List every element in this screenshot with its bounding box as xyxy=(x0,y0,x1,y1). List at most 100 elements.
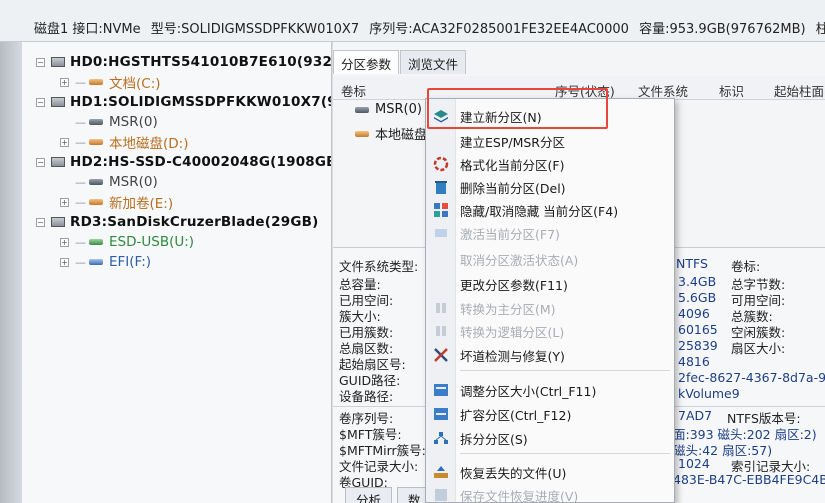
tree-partition-label: MSR(0) xyxy=(109,114,158,130)
menu-item-to-logical[interactable]: 转换为逻辑分区(L) xyxy=(426,320,676,342)
menu-item-bad-sector[interactable]: 坏道检测与修复(Y) xyxy=(426,344,676,366)
partition-icon xyxy=(89,119,103,125)
expand-icon[interactable]: + xyxy=(60,197,69,207)
disk-capacity: 容量:953.9GB(976762MB) xyxy=(639,22,806,37)
menu-item-activate[interactable]: 激活当前分区(F7) xyxy=(426,222,676,244)
detail-value: 4096 xyxy=(678,306,710,321)
detail-label: 扇区大小: xyxy=(731,341,786,356)
partition-row[interactable]: 本地磁盘 xyxy=(355,124,427,143)
expand-icon[interactable]: + xyxy=(60,77,69,87)
tree-disk-label: HD1:SOLIDIGMSSDPFKKW010X7(9 xyxy=(70,94,332,110)
tree-disk-hd2[interactable]: − HD2:HS-SSD-C40002048G(1908GB) xyxy=(36,152,332,172)
convert-icon xyxy=(426,324,456,338)
disk-interface: 磁盘1 接口:NVMe xyxy=(34,22,141,37)
detail-value: 3.4GB xyxy=(678,274,717,289)
fs-type-value: NTFS xyxy=(676,256,708,271)
menu-item-expand[interactable]: 扩容分区(Ctrl_F12) xyxy=(426,403,676,425)
partition-icon xyxy=(355,106,369,113)
tree-partition-e[interactable]: + — 新加卷(E:) xyxy=(60,192,173,212)
usb-disk-icon xyxy=(51,217,65,227)
partition-icon xyxy=(89,139,103,145)
partition-row[interactable]: MSR(0) xyxy=(355,102,422,117)
tab-bar: 分区参数 浏览文件 xyxy=(333,50,467,74)
disk-tree[interactable]: − HD0:HGSTHTS541010B7E610(932G + — 文档(C:… xyxy=(22,42,332,503)
tab-browse-files[interactable]: 浏览文件 xyxy=(400,50,467,74)
tree-partition-c[interactable]: + — 文档(C:) xyxy=(60,72,161,92)
col-id[interactable]: 标识 xyxy=(719,81,744,100)
partition-context-menu: 建立新分区(N) 建立ESP/MSR分区 格式化当前分区(F) 删除当前分区(D… xyxy=(425,98,675,503)
tree-disk-label: RD3:SanDiskCruzerBlade(29GB) xyxy=(70,214,319,230)
tree-disk-label: HD2:HS-SSD-C40002048G(1908GB) xyxy=(70,154,332,170)
detail-label: 索引记录大小: xyxy=(731,459,811,474)
disk-icon xyxy=(51,57,65,67)
tree-disk-hd1[interactable]: − HD1:SOLIDIGMSSDPFKKW010X7(9 xyxy=(36,92,332,112)
partition-icon xyxy=(89,259,103,265)
detail-value: 2fec-8627-4367-8d7a-9 xyxy=(678,370,825,385)
tree-partition-label: EFI(F:) xyxy=(109,254,152,270)
menu-item-delete[interactable]: 删除当前分区(Del) xyxy=(426,176,676,198)
menu-item-change-params[interactable]: 更改分区参数(F11) xyxy=(426,273,676,295)
detail-value: 1024 xyxy=(678,456,710,471)
trash-icon xyxy=(426,179,456,195)
disk-cylinders: 柱面 xyxy=(816,22,825,37)
tree-disk-rd3[interactable]: − RD3:SanDiskCruzerBlade(29GB) xyxy=(36,212,318,232)
collapse-icon[interactable]: − xyxy=(36,57,45,67)
partition-icon xyxy=(89,79,103,85)
detail-label: NTFS版本号: xyxy=(727,411,801,426)
partition-icon xyxy=(355,130,369,137)
tree-disk-label: HD0:HGSTHTS541010B7E610(932G xyxy=(70,54,332,70)
menu-item-hide[interactable]: 隐藏/取消隐藏 当前分区(F4) xyxy=(426,199,676,221)
detail-label: 设备路径: xyxy=(339,389,394,404)
tree-partition-label: MSR(0) xyxy=(109,174,158,190)
menu-separator xyxy=(460,453,670,454)
disk-model: 型号:SOLIDIGMSSDPFKKW010X7 xyxy=(150,22,360,37)
highlight-annotation xyxy=(427,88,608,129)
split-icon xyxy=(426,431,456,445)
menu-item-to-primary[interactable]: 转换为主分区(M) xyxy=(426,297,676,319)
vol-label: 卷标: xyxy=(731,259,761,274)
format-icon xyxy=(426,156,456,172)
tree-disk-hd0[interactable]: − HD0:HGSTHTS541010B7E610(932G xyxy=(36,52,332,72)
detail-value: 60165 xyxy=(678,322,718,337)
menu-item-split[interactable]: 拆分分区(S) xyxy=(426,427,676,449)
left-edge-strip xyxy=(0,42,22,503)
tree-partition-msr1[interactable]: — MSR(0) xyxy=(60,112,158,132)
partition-icon xyxy=(89,179,103,185)
disk-serial: 序列号:ACA32F0285001FE32EE4AC0000 xyxy=(369,22,629,37)
menu-item-deactivate[interactable]: 取消分区激活状态(A) xyxy=(426,248,676,270)
collapse-icon[interactable]: − xyxy=(36,157,45,167)
menu-item-recover-files[interactable]: 恢复丢失的文件(U) xyxy=(426,461,676,483)
tools-icon xyxy=(426,347,456,363)
expand-icon[interactable]: + xyxy=(60,257,69,267)
expand-icon[interactable]: + xyxy=(60,237,69,247)
disk-icon xyxy=(51,97,65,107)
fs-type-label: 文件系统类型: xyxy=(339,259,419,274)
col-label[interactable]: 卷标 xyxy=(341,81,366,100)
expand-icon[interactable]: + xyxy=(60,137,69,147)
partition-row-label: MSR(0) xyxy=(375,102,422,117)
convert-icon xyxy=(426,301,456,315)
tab-analyze[interactable]: 分析 xyxy=(345,487,393,503)
menu-item-create-esp-msr[interactable]: 建立ESP/MSR分区 xyxy=(426,130,676,152)
tree-partition-label: 新加卷(E:) xyxy=(109,196,174,212)
tree-partition-label: ESD-USB(U:) xyxy=(109,234,195,250)
menu-item-format[interactable]: 格式化当前分区(F) xyxy=(426,153,676,175)
partition-row-label: 本地磁盘 xyxy=(375,128,428,143)
expand-icon xyxy=(426,407,456,421)
tree-partition-f[interactable]: + — EFI(F:) xyxy=(60,252,151,272)
tab-partition-params[interactable]: 分区参数 xyxy=(333,50,400,74)
disk-info-bar: 磁盘1 接口:NVMe 型号:SOLIDIGMSSDPFKKW010X7 序列号… xyxy=(0,0,825,42)
menu-item-resize[interactable]: 调整分区大小(Ctrl_F11) xyxy=(426,379,676,401)
menu-item-save-progress[interactable]: 保存文件恢复进度(V) xyxy=(426,484,676,503)
tree-partition-label: 文档(C:) xyxy=(109,76,161,92)
menu-separator xyxy=(460,370,670,371)
col-start[interactable]: 起始柱面 xyxy=(774,81,824,100)
tree-partition-u[interactable]: + — ESD-USB(U:) xyxy=(60,232,194,252)
collapse-icon[interactable]: − xyxy=(36,217,45,227)
partition-icon xyxy=(89,199,103,205)
tree-partition-d[interactable]: + — 本地磁盘(D:) xyxy=(60,132,188,152)
detail-value: 4816 xyxy=(678,354,710,369)
detail-value: kVolume9 xyxy=(678,386,740,401)
collapse-icon[interactable]: − xyxy=(36,97,45,107)
tree-partition-msr2[interactable]: — MSR(0) xyxy=(60,172,158,192)
